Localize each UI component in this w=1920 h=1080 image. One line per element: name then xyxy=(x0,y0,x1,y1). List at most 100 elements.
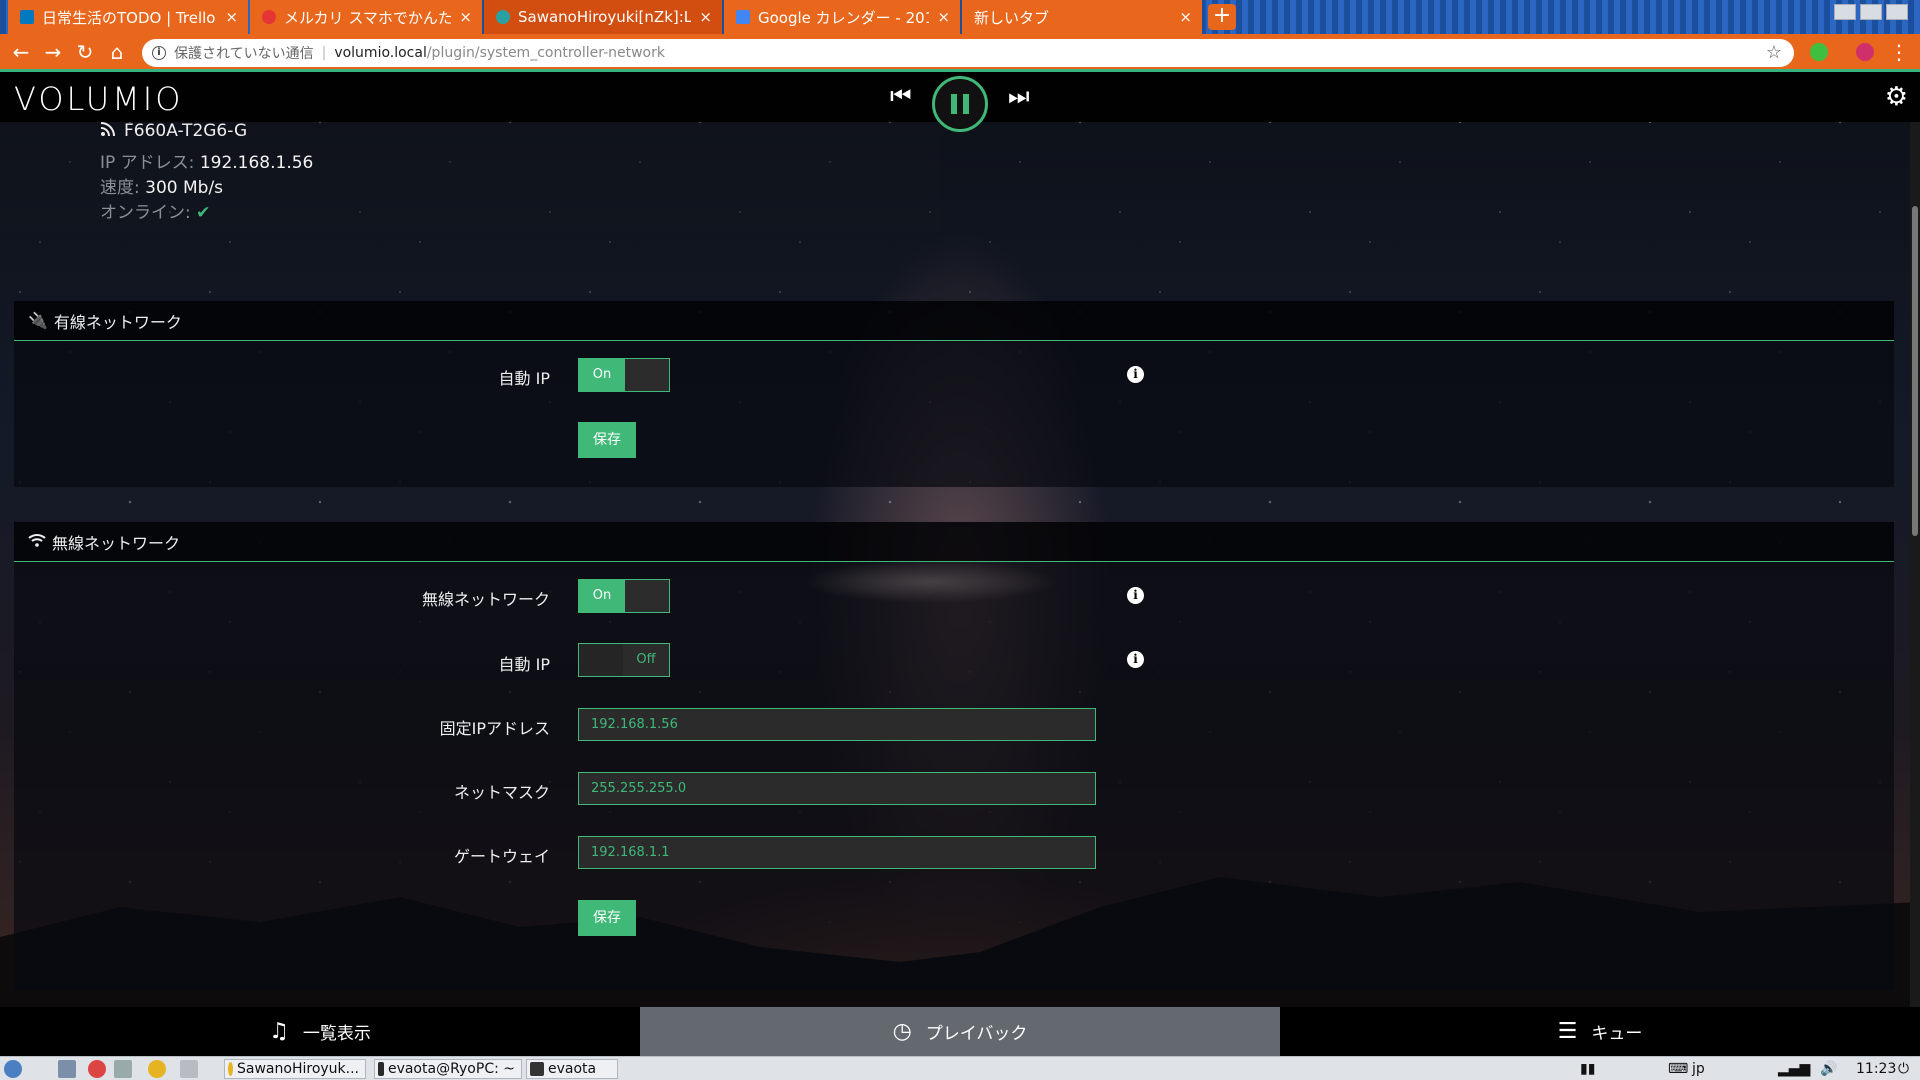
trello-favicon-icon xyxy=(20,10,34,24)
netmask-input[interactable]: 255.255.255.0 xyxy=(578,772,1096,805)
static-ip-label: 固定IPアドレス xyxy=(439,719,550,738)
signal-icon[interactable]: ▂▄▆ xyxy=(1778,1059,1810,1079)
toggle-off-label: Off xyxy=(636,652,656,667)
static-ip-input[interactable]: 192.168.1.56 xyxy=(578,708,1096,741)
ssid-text: F660A-T2G6-G xyxy=(124,121,248,141)
wireless-auto-ip-info-icon[interactable]: i xyxy=(1127,651,1144,668)
close-tab-icon[interactable]: × xyxy=(699,8,712,26)
site-info-icon[interactable]: i xyxy=(152,46,166,60)
line-extension-icon[interactable] xyxy=(1810,43,1828,61)
gateway-label: ゲートウェイ xyxy=(453,847,550,866)
back-arrow-icon[interactable]: ← xyxy=(8,39,34,65)
nav-browse[interactable]: ♫ 一覧表示 xyxy=(0,1007,640,1056)
maximize-button[interactable] xyxy=(1860,4,1882,20)
address-bar[interactable]: i 保護されていない通信 | volumio.local /plugin/sys… xyxy=(142,39,1794,67)
wireless-save-button[interactable]: 保存 xyxy=(578,900,636,936)
close-tab-icon[interactable]: × xyxy=(459,8,472,26)
terminal-icon xyxy=(378,1062,384,1076)
ip-address-value: 192.168.1.56 xyxy=(199,153,314,173)
profile-avatar-icon[interactable] xyxy=(1856,43,1874,61)
speed-label: 速度: xyxy=(100,178,140,198)
chrome-launcher-icon[interactable] xyxy=(88,1059,110,1079)
gateway-input[interactable]: 192.168.1.1 xyxy=(578,836,1096,869)
nav-playback[interactable]: ◷ プレイバック xyxy=(640,1007,1280,1056)
pause-button[interactable] xyxy=(932,76,988,132)
clock[interactable]: 11:23 xyxy=(1856,1059,1896,1079)
menu-dots-icon[interactable]: ⋮ xyxy=(1886,39,1912,65)
toggle-on-label: On xyxy=(579,359,625,391)
scrollbar-thumb[interactable] xyxy=(1912,206,1918,536)
taskbar-app-terminal[interactable]: evaota@RyoPC: ~ xyxy=(374,1059,522,1079)
netmask-label: ネットマスク xyxy=(453,783,550,802)
keyboard-icon[interactable]: ⌨ xyxy=(1668,1059,1688,1079)
close-tab-icon[interactable]: × xyxy=(1179,8,1192,26)
wifi-icon xyxy=(28,532,46,551)
chrome-icon[interactable] xyxy=(148,1059,170,1079)
wireless-info-icon[interactable]: i xyxy=(1127,587,1144,604)
wired-auto-ip-info-icon[interactable]: i xyxy=(1127,366,1144,383)
home-icon[interactable]: ⌂ xyxy=(104,39,130,65)
forward-arrow-icon[interactable]: → xyxy=(40,39,66,65)
browser-tab-calendar[interactable]: Google カレンダー - 2018年 × xyxy=(724,0,960,34)
address-toolbar: ← → ↻ ⌂ i 保護されていない通信 | volumio.local /pl… xyxy=(0,34,1920,72)
close-tab-icon[interactable]: × xyxy=(225,8,238,26)
taskbar-app-label: evaota xyxy=(548,1061,597,1077)
desktop-icon[interactable] xyxy=(114,1059,136,1079)
taskbar-app-label: SawanoHiroyuk... xyxy=(237,1061,359,1077)
volumio-logo[interactable]: VOLUMIO xyxy=(14,80,183,118)
pause-icon-bar xyxy=(963,94,969,114)
close-window-button[interactable] xyxy=(1886,4,1908,20)
network-status-icon[interactable]: ▮▮ xyxy=(1580,1059,1595,1079)
plug-icon: 🔌 xyxy=(28,311,48,330)
wireless-network-header: 無線ネットワーク xyxy=(14,522,1894,562)
new-tab-button[interactable]: + xyxy=(1208,4,1236,30)
browser-tab-newtab[interactable]: 新しいタブ × xyxy=(962,0,1202,34)
nav-queue[interactable]: ☰ キュー xyxy=(1280,1007,1920,1056)
mercari-favicon-icon xyxy=(262,10,276,24)
keyboard-layout[interactable]: jp xyxy=(1692,1059,1705,1079)
close-tab-icon[interactable]: × xyxy=(937,8,950,26)
settings-gear-icon[interactable]: ⚙ xyxy=(1885,82,1908,112)
file-manager-icon[interactable] xyxy=(58,1059,80,1079)
tab-title: 日常生活のTODO | Trello xyxy=(42,8,216,27)
taskbar-app-folder[interactable]: evaota xyxy=(526,1059,618,1079)
section-title: 有線ネットワーク xyxy=(53,312,182,332)
network-ssid: F660A-T2G6-G xyxy=(100,121,247,141)
browser-tab-bar: 日常生活のTODO | Trello × メルカリ スマホでかんたん × Saw… xyxy=(0,0,1920,34)
wired-auto-ip-toggle[interactable]: On xyxy=(578,358,670,392)
power-icon[interactable]: ⏻ xyxy=(1898,1059,1909,1079)
browser-tab-mercari[interactable]: メルカリ スマホでかんたん × xyxy=(250,0,482,34)
music-note-icon: ♫ xyxy=(269,1019,289,1044)
online-row: オンライン: ✔ xyxy=(100,198,210,223)
previous-track-icon[interactable]: ⏮ xyxy=(890,82,912,110)
wireless-network-toggle[interactable]: On xyxy=(578,579,670,613)
browser-tab-sawano[interactable]: SawanoHiroyuki[nZk]:LiS × xyxy=(484,0,722,34)
toggle-knob xyxy=(625,359,669,391)
tab-title: メルカリ スマホでかんたん xyxy=(284,8,452,27)
start-menu-icon[interactable] xyxy=(4,1059,26,1079)
wired-network-header: 🔌 有線ネットワーク xyxy=(14,301,1894,341)
nav-playback-label: プレイバック xyxy=(925,1024,1028,1044)
blank-launcher-icon[interactable] xyxy=(180,1059,202,1079)
toggle-on-label: On xyxy=(579,580,625,612)
volume-icon[interactable]: 🔊 xyxy=(1820,1059,1837,1079)
reload-icon[interactable]: ↻ xyxy=(72,39,98,65)
check-icon: ✔ xyxy=(196,203,211,223)
wired-save-button[interactable]: 保存 xyxy=(578,422,636,458)
page-scrollbar[interactable] xyxy=(1910,122,1920,1007)
next-track-icon[interactable]: ⏭ xyxy=(1008,82,1030,110)
wireless-auto-ip-toggle[interactable]: Off xyxy=(578,643,670,677)
list-icon: ☰ xyxy=(1557,1019,1578,1044)
tab-title: 新しいタブ xyxy=(974,8,1050,27)
security-status: 保護されていない通信 xyxy=(174,46,314,62)
nav-queue-label: キュー xyxy=(1591,1024,1643,1044)
tab-title: SawanoHiroyuki[nZk]:LiS xyxy=(518,8,692,26)
folder-icon xyxy=(530,1062,544,1076)
minimize-button[interactable] xyxy=(1834,4,1856,20)
bookmark-star-icon[interactable]: ☆ xyxy=(1766,42,1782,63)
calendar-favicon-icon xyxy=(736,10,750,24)
taskbar-app-browser[interactable]: SawanoHiroyuk... xyxy=(224,1059,366,1079)
url-host: volumio.local xyxy=(334,45,427,61)
browser-tab-trello[interactable]: 日常生活のTODO | Trello × xyxy=(8,0,248,34)
play-favicon-icon xyxy=(496,10,510,24)
